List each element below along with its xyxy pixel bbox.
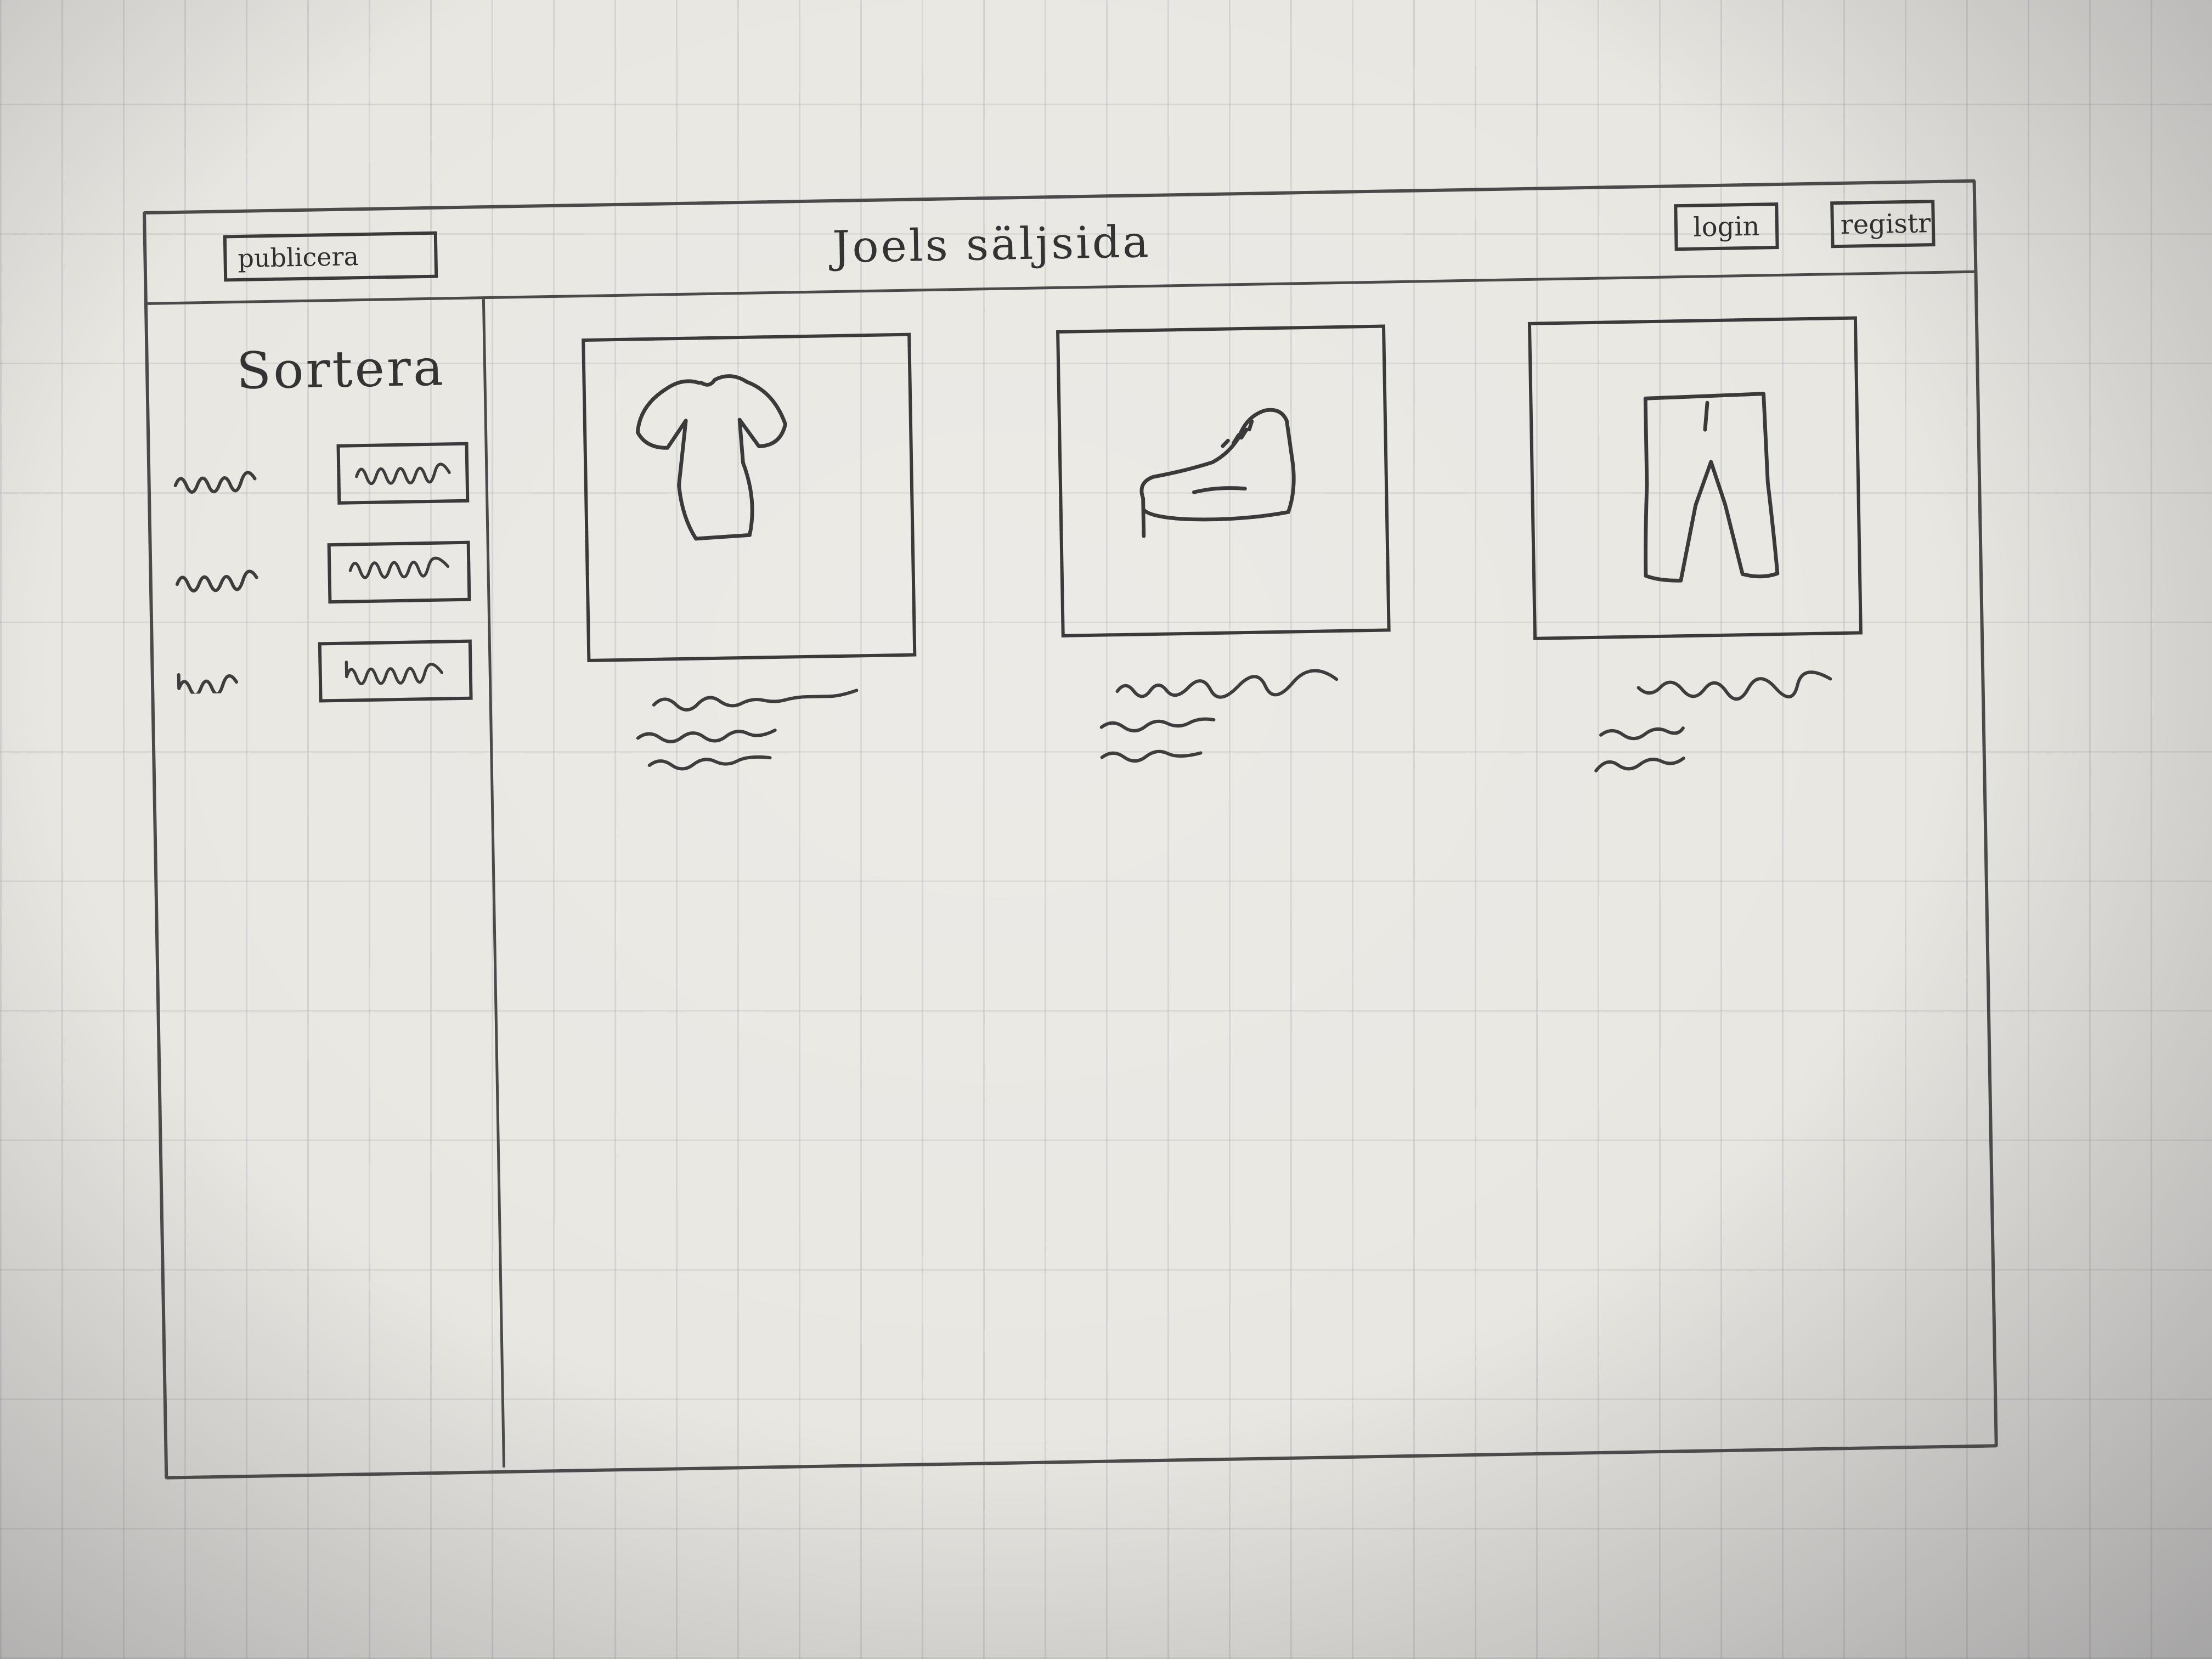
sort-sidebar: Sortera <box>147 299 506 1474</box>
register-button[interactable]: registr <box>1830 199 1936 249</box>
filter-row <box>176 639 484 716</box>
filter-input[interactable] <box>336 442 470 505</box>
product-title-squiggle <box>1633 668 1842 704</box>
login-button[interactable]: login <box>1674 202 1779 251</box>
product-card[interactable] <box>1056 324 1394 851</box>
product-meta-squiggle <box>1590 744 1689 779</box>
website-sketch: publicera Joels säljsida login registr S… <box>143 179 1998 1480</box>
sidebar-title: Sortera <box>236 338 446 401</box>
filter-value-squiggle <box>348 556 450 579</box>
product-image[interactable] <box>582 332 917 662</box>
shoe-icon <box>1139 408 1296 538</box>
product-image[interactable] <box>1056 324 1391 637</box>
product-image[interactable] <box>1527 316 1863 640</box>
filter-label-squiggle <box>175 569 258 592</box>
filter-label-squiggle <box>177 673 239 695</box>
product-title-squiggle <box>1111 665 1348 702</box>
product-meta-squiggle <box>644 744 787 780</box>
product-meta-squiggle <box>1096 736 1206 771</box>
filter-value-squiggle <box>355 462 451 486</box>
filter-input[interactable] <box>327 540 471 604</box>
tshirt-icon <box>635 374 787 541</box>
product-price-squiggle <box>1096 706 1222 741</box>
filter-row <box>172 442 481 518</box>
filter-row <box>174 540 482 617</box>
product-card[interactable] <box>582 332 919 860</box>
site-title: Joels säljsida <box>832 216 1152 273</box>
filter-value-squiggle <box>345 661 444 686</box>
product-card[interactable] <box>1527 316 1866 843</box>
filter-label-squiggle <box>173 471 257 494</box>
pants-icon <box>1643 392 1780 583</box>
filter-input[interactable] <box>318 639 473 703</box>
publish-button[interactable]: publicera <box>223 231 438 282</box>
product-price-squiggle <box>1595 714 1689 749</box>
product-title-squiggle <box>648 679 879 716</box>
